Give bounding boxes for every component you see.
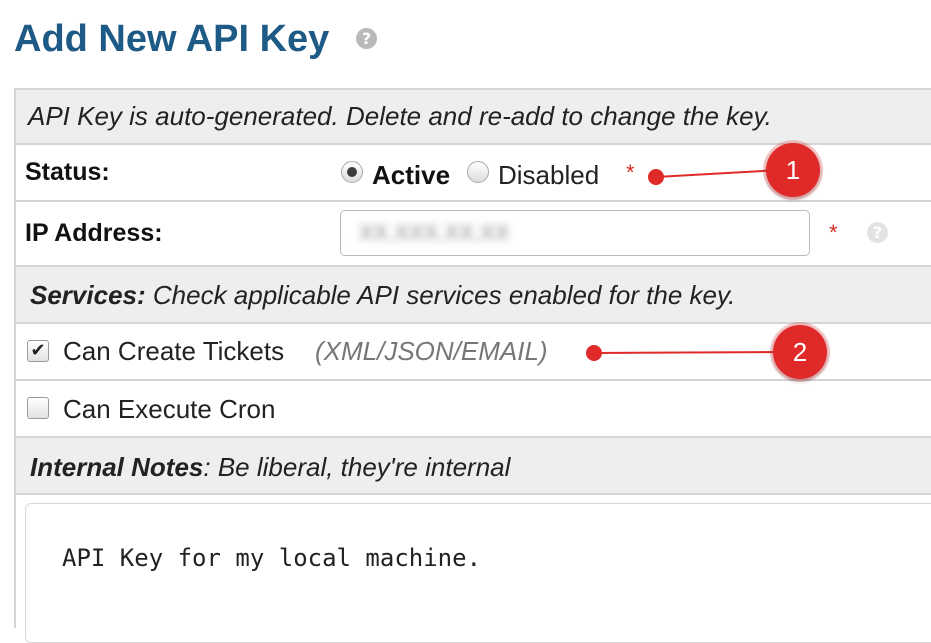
annotation-1-dot (648, 169, 664, 185)
annotation-1-line (655, 169, 781, 178)
annotation-2-line (593, 351, 791, 354)
annotation-2-dot (586, 345, 602, 361)
annotation-2-badge: 2 (773, 325, 827, 379)
annotation-1-badge: 1 (766, 143, 820, 197)
annotation-lines (593, 169, 791, 354)
